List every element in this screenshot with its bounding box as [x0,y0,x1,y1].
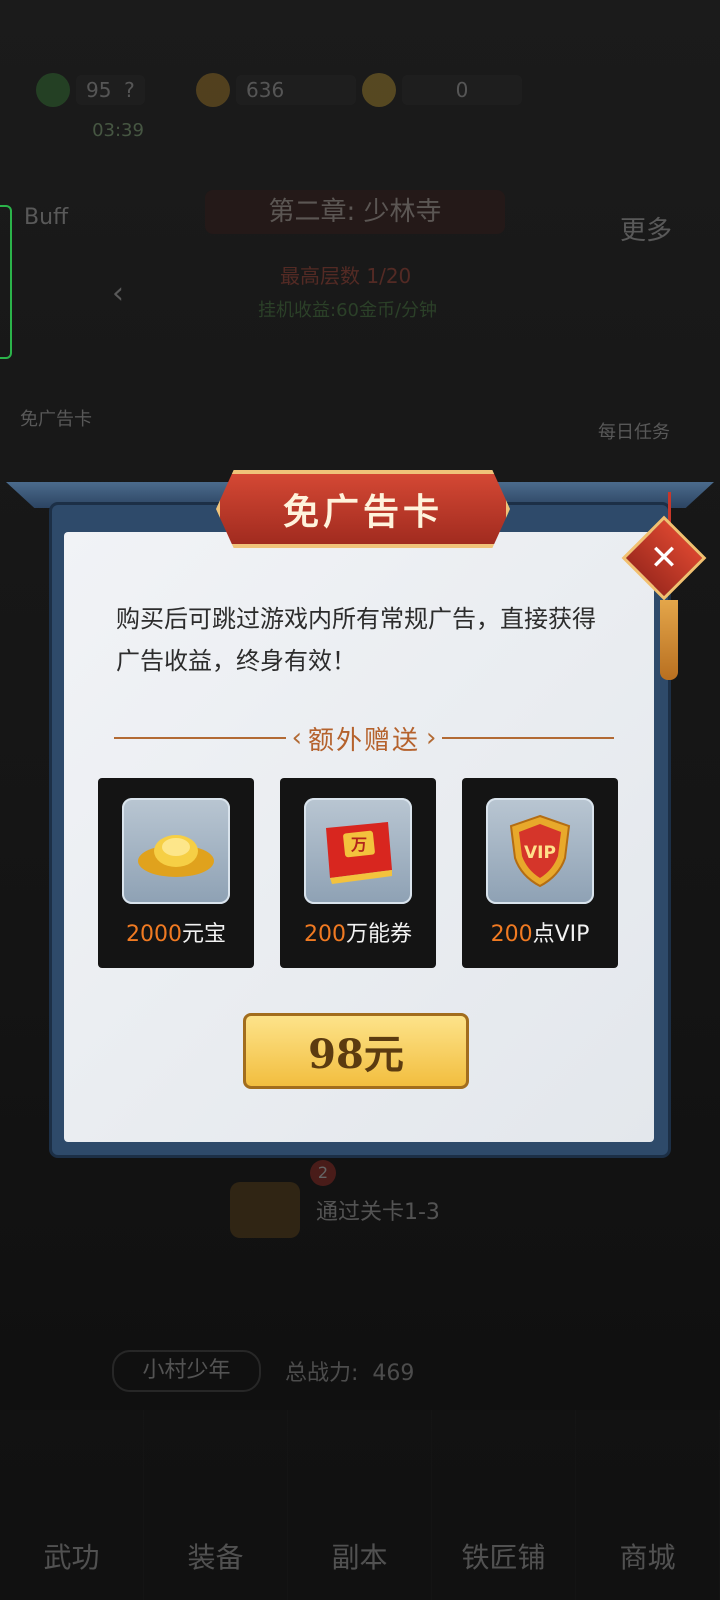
dialog-description: 购买后可跳过游戏内所有常规广告，直接获得广告收益，终身有效！ [116,605,596,675]
purchase-price: 98元 [308,1031,404,1078]
divider-line-left [114,737,286,739]
reward-unit: 万能券 [345,922,412,947]
dialog-title-plate: 免广告卡 [216,470,510,548]
ad-free-card-dialog: 免广告卡 ✕ 购买后可跳过游戏内所有常规广告，直接获得广告收益，终身有效！ ‹ … [0,0,720,1600]
dialog-title: 免广告卡 [282,491,443,533]
svg-text:万: 万 [350,835,367,854]
reward-amount: 200 [490,922,533,947]
close-x-icon[interactable]: ✕ [634,528,694,588]
gold-ingot-icon [122,798,230,904]
reward-item-ingot[interactable]: 2000元宝 [98,778,254,968]
reward-unit: 元宝 [181,922,226,947]
voucher-book-icon: 万 [304,798,412,904]
reward-list: 2000元宝 万 200万能券 VIP 200点VIP [98,778,618,970]
reward-unit: 点VIP [532,922,590,947]
reward-item-voucher[interactable]: 万 200万能券 [280,778,436,968]
reward-label: 2000元宝 [98,916,254,948]
reward-label: 200点VIP [462,916,618,948]
chevron-right-icon: › [426,723,437,753]
purchase-button[interactable]: 98元 [243,1013,469,1089]
reward-amount: 2000 [125,922,182,947]
extra-gift-divider: ‹ 额外赠送 › [114,718,615,758]
divider-line-right [442,737,615,739]
reward-item-vip[interactable]: VIP 200点VIP [462,778,618,968]
reward-amount: 200 [303,922,346,947]
vip-shield-icon: VIP [486,798,594,904]
reward-label: 200万能券 [280,916,436,948]
extra-gift-label: 额外赠送 [308,725,421,756]
svg-text:VIP: VIP [524,843,556,863]
tassel-decoration [660,600,678,680]
chevron-left-icon: ‹ [291,723,302,753]
